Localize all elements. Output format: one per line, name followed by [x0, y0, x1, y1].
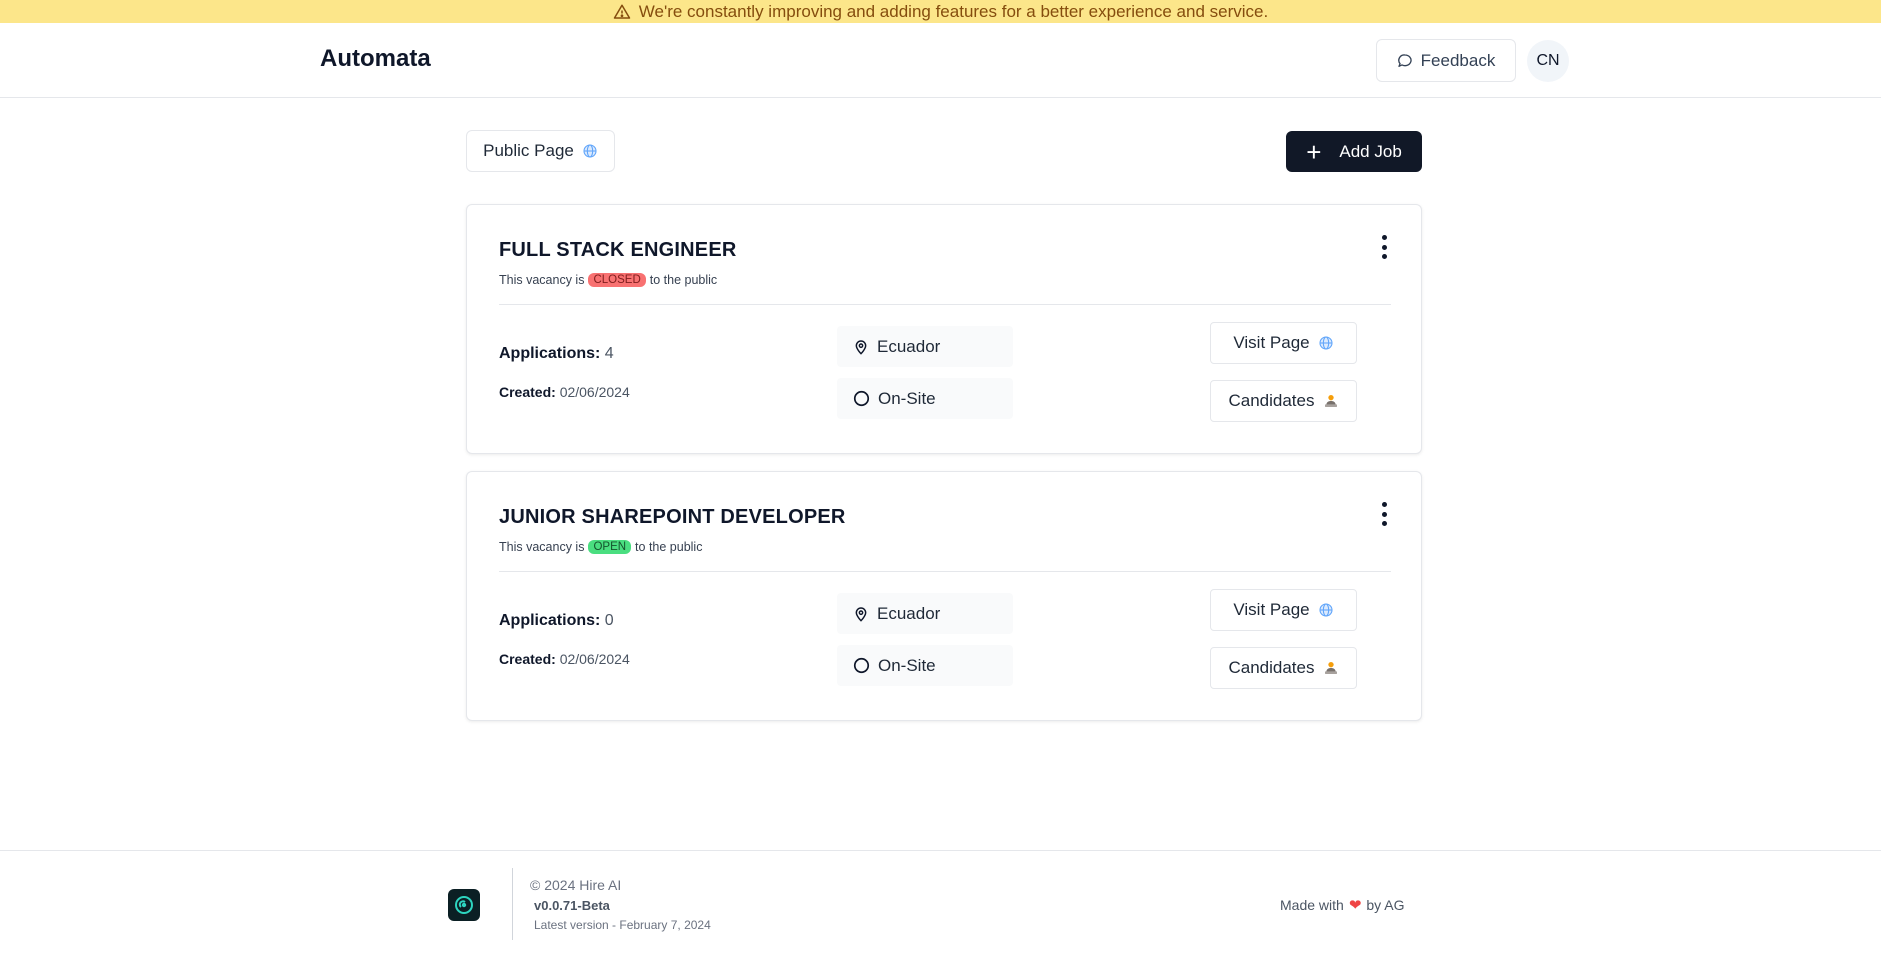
latest-version-text: Latest version - February 7, 2024 — [534, 918, 711, 932]
applications-count: Applications: 4 — [499, 345, 614, 363]
divider — [499, 571, 1391, 572]
location-chip: Ecuador — [837, 326, 1013, 367]
visit-page-label: Visit Page — [1233, 600, 1310, 619]
globe-icon — [583, 144, 597, 158]
work-mode-text: On-Site — [878, 388, 936, 408]
applications-value: 0 — [604, 612, 614, 629]
version-text: v0.0.71-Beta — [534, 898, 610, 913]
candidates-label: Candidates — [1228, 658, 1315, 677]
applications-label: Applications: — [499, 345, 601, 362]
heart-icon: ❤ — [1348, 897, 1362, 914]
person-at-desk-icon — [1324, 395, 1337, 407]
job-title: JUNIOR SHAREPOINT DEVELOPER — [499, 506, 846, 528]
banner-text: We're constantly improving and adding fe… — [638, 1, 1269, 21]
created-date: Created: 02/06/2024 — [499, 651, 630, 667]
visit-page-button[interactable]: Visit Page — [1210, 589, 1357, 631]
applications-label: Applications: — [499, 612, 601, 629]
feedback-label: Feedback — [1420, 50, 1496, 70]
status-badge: CLOSED — [588, 273, 646, 287]
visibility-suffix: to the public — [635, 540, 703, 554]
work-mode-chip: On-Site — [837, 378, 1013, 419]
footer-divider — [512, 868, 513, 940]
visibility-prefix: This vacancy is — [499, 540, 585, 554]
globe-icon — [1319, 603, 1333, 617]
location-chip: Ecuador — [837, 593, 1013, 634]
visit-page-label: Visit Page — [1233, 333, 1310, 352]
page-footer: © 2024 Hire AI v0.0.71-Beta Latest versi… — [0, 850, 1881, 955]
candidates-label: Candidates — [1228, 391, 1315, 410]
applications-count: Applications: 0 — [499, 612, 614, 630]
job-visibility: This vacancy is OPEN to the public — [499, 540, 702, 554]
status-badge: OPEN — [588, 540, 632, 554]
add-job-label: Add Job — [1339, 141, 1402, 161]
globe-icon — [1319, 336, 1333, 350]
more-options-icon[interactable] — [1379, 235, 1389, 259]
message-icon — [1397, 53, 1412, 67]
circle-icon — [853, 657, 870, 674]
person-at-desk-icon — [1324, 662, 1337, 674]
created-date: Created: 02/06/2024 — [499, 384, 630, 400]
user-avatar[interactable]: CN — [1527, 40, 1569, 82]
warning-icon — [613, 4, 631, 19]
feedback-button[interactable]: Feedback — [1376, 39, 1516, 82]
job-visibility: This vacancy is CLOSED to the public — [499, 273, 717, 287]
created-label: Created: — [499, 651, 556, 667]
applications-value: 4 — [604, 345, 614, 362]
location-text: Ecuador — [877, 603, 941, 623]
announcement-banner: We're constantly improving and adding fe… — [0, 0, 1881, 23]
visit-page-button[interactable]: Visit Page — [1210, 322, 1357, 364]
job-title: FULL STACK ENGINEER — [499, 239, 737, 261]
add-job-button[interactable]: + Add Job — [1286, 131, 1422, 172]
public-page-button[interactable]: Public Page — [466, 130, 615, 172]
location-text: Ecuador — [877, 336, 941, 356]
map-pin-icon — [855, 606, 867, 622]
job-card: FULL STACK ENGINEER This vacancy is CLOS… — [466, 204, 1422, 454]
work-mode-chip: On-Site — [837, 645, 1013, 686]
circle-icon — [853, 390, 870, 407]
more-options-icon[interactable] — [1379, 502, 1389, 526]
copyright-text: © 2024 Hire AI — [530, 877, 622, 893]
divider — [499, 304, 1391, 305]
brand-title[interactable]: Automata — [320, 45, 431, 73]
candidates-button[interactable]: Candidates — [1210, 380, 1357, 422]
visibility-prefix: This vacancy is — [499, 273, 585, 287]
created-value: 02/06/2024 — [559, 651, 630, 667]
plus-icon: + — [1306, 136, 1322, 167]
made-with-label: Made with — [1280, 897, 1344, 913]
map-pin-icon — [855, 339, 867, 355]
work-mode-text: On-Site — [878, 655, 936, 675]
public-page-label: Public Page — [483, 141, 574, 160]
hire-ai-logo-icon[interactable] — [448, 889, 480, 921]
job-card: JUNIOR SHAREPOINT DEVELOPER This vacancy… — [466, 471, 1422, 721]
created-value: 02/06/2024 — [559, 384, 630, 400]
visibility-suffix: to the public — [649, 273, 718, 287]
candidates-button[interactable]: Candidates — [1210, 647, 1357, 689]
author-label: by AG — [1366, 897, 1405, 913]
created-label: Created: — [499, 384, 556, 400]
made-with-credit: Made with ❤ by AG — [1280, 896, 1405, 914]
top-header: Automata Feedback CN — [0, 23, 1881, 98]
